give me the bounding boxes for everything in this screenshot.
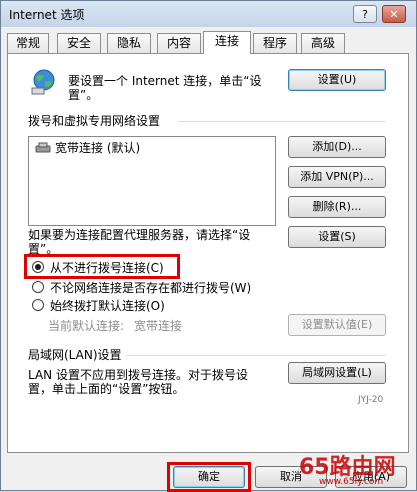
radio-always-dial-label[interactable]: 始终拨打默认连接(O) xyxy=(50,299,165,313)
remove-button[interactable]: 删除(R)... xyxy=(288,196,386,218)
proxy-text-line1: 如果要为连接配置代理服务器，请选择“设 xyxy=(28,228,251,242)
tab-general[interactable]: 常规 xyxy=(7,33,49,53)
internet-options-window: Internet 选项 ? ✕ 常规 安全 隐私 内容 连接 程序 高级 要设置… xyxy=(0,0,417,492)
broadband-connection-icon xyxy=(35,142,51,153)
watermark-url: www.65ly.com xyxy=(319,477,384,487)
add-vpn-button[interactable]: 添加 VPN(P)... xyxy=(288,166,386,188)
lan-text-line2: 置，单击上面的“设置”按钮。 xyxy=(28,382,185,396)
radio-always-dial[interactable] xyxy=(32,299,44,311)
connections-panel: 要设置一个 Internet 连接，单击“设 置”。 设置(U) 拨号和虚拟专用… xyxy=(7,53,409,453)
dialup-header-divider xyxy=(178,121,386,122)
close-button[interactable]: ✕ xyxy=(382,5,406,23)
tab-content[interactable]: 内容 xyxy=(157,33,201,53)
dialup-header: 拨号和虚拟专用网络设置 xyxy=(28,114,161,128)
radio-never-dial[interactable] xyxy=(32,261,44,273)
tab-security[interactable]: 安全 xyxy=(57,33,101,53)
tab-connections[interactable]: 连接 xyxy=(203,31,251,54)
setup-text-line1: 要设置一个 Internet 连接，单击“设 xyxy=(68,74,262,88)
tab-privacy[interactable]: 隐私 xyxy=(107,33,151,53)
radio-dial-when-absent-label[interactable]: 不论网络连接是否存在都进行拨号(W) xyxy=(50,281,251,295)
ok-button[interactable]: 确定 xyxy=(173,466,245,488)
window-title: Internet 选项 xyxy=(9,8,85,22)
lan-text-line1: LAN 设置不应用到拨号连接。对于拨号设 xyxy=(28,368,248,382)
setup-text-line2: 置”。 xyxy=(68,88,99,102)
set-default-button[interactable]: 设置默认值(E) xyxy=(288,314,386,336)
lan-header: 局域网(LAN)设置 xyxy=(28,348,122,362)
tab-advanced[interactable]: 高级 xyxy=(301,33,345,53)
title-bar: Internet 选项 ? ✕ xyxy=(1,1,416,27)
dialup-settings-button[interactable]: 设置(S) xyxy=(288,226,386,248)
radio-dial-when-absent[interactable] xyxy=(32,281,44,293)
radio-never-dial-label[interactable]: 从不进行拨号连接(C) xyxy=(50,261,164,275)
current-default-value: 宽带连接 xyxy=(134,319,183,333)
help-button[interactable]: ? xyxy=(353,5,377,23)
connection-list-item[interactable]: 宽带连接 (默认) xyxy=(55,141,140,155)
current-default-label: 当前默认连接: xyxy=(48,319,125,333)
lan-settings-button[interactable]: 局域网设置(L) xyxy=(288,362,386,384)
globe-network-icon xyxy=(31,69,55,95)
connection-list[interactable]: 宽带连接 (默认) xyxy=(28,136,276,226)
add-button[interactable]: 添加(D)... xyxy=(288,136,386,158)
tab-programs[interactable]: 程序 xyxy=(253,33,297,53)
lan-header-divider xyxy=(126,355,386,356)
watermark-overlay-text: JYJ-20 xyxy=(358,395,384,405)
setup-button[interactable]: 设置(U) xyxy=(288,69,386,91)
